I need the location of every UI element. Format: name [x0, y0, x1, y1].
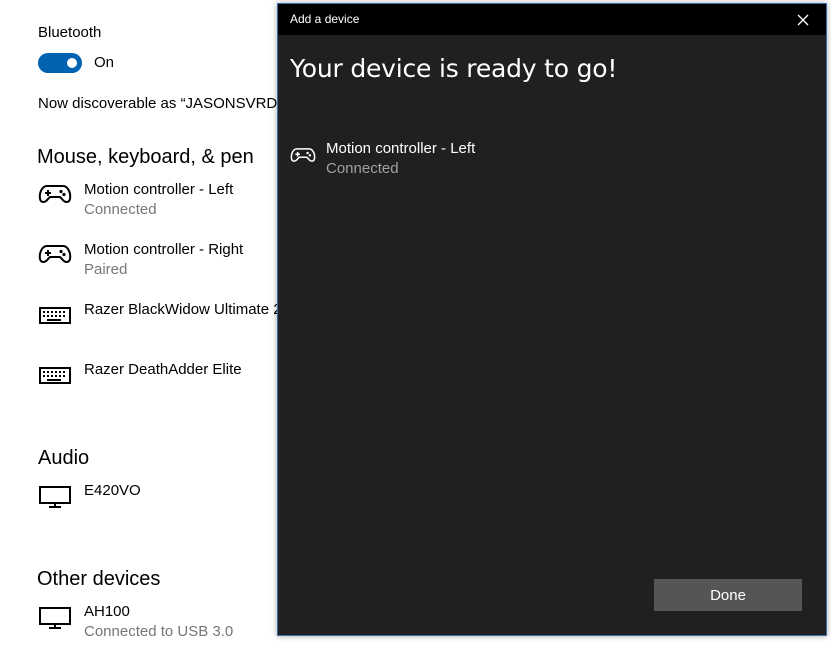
keyboard-icon: [39, 307, 71, 324]
toggle-knob: [67, 58, 77, 68]
bluetooth-label: Bluetooth: [38, 24, 102, 41]
device-name: E420VO: [84, 482, 141, 499]
device-name: Motion controller - Right: [84, 241, 244, 258]
device-status: Connected: [84, 201, 157, 218]
device-item-razer-deathadder[interactable]: Razer DeathAdder Elite: [38, 361, 278, 405]
close-button[interactable]: [780, 4, 826, 35]
close-icon: [797, 14, 809, 25]
keyboard-icon: [39, 367, 71, 384]
done-button[interactable]: Done: [654, 579, 802, 611]
gamepad-icon: [290, 148, 316, 162]
device-status: Connected to USB 3.0: [84, 623, 234, 640]
device-name: AH100: [84, 603, 130, 620]
gamepad-icon: [38, 245, 72, 263]
dialog-headline: Your device is ready to go!: [290, 54, 618, 83]
section-title-mouse-keyboard-pen: Mouse, keyboard, & pen: [37, 146, 254, 168]
connected-device-item: Motion controller - Left Connected: [290, 140, 690, 184]
bluetooth-toggle[interactable]: [38, 53, 82, 73]
dialog-title: Add a device: [290, 12, 360, 26]
device-status: Connected: [326, 160, 399, 177]
bluetooth-toggle-state: On: [94, 54, 115, 71]
monitor-icon: [39, 607, 71, 629]
device-item-motion-controller-left[interactable]: Motion controller - Left Connected: [38, 181, 278, 225]
device-item-razer-blackwidow[interactable]: Razer BlackWidow Ultimate 2: [38, 301, 278, 345]
device-item-ah100[interactable]: AH100 Connected to USB 3.0: [38, 603, 278, 647]
device-status: Paired: [84, 261, 128, 278]
add-device-dialog: Add a device Your device is ready to go!…: [277, 3, 827, 636]
device-name: Razer DeathAdder Elite: [84, 361, 242, 378]
device-name: Motion controller - Left: [326, 140, 476, 157]
section-title-audio: Audio: [38, 447, 90, 469]
gamepad-icon: [38, 185, 72, 203]
device-item-e420vo[interactable]: E420VO: [38, 482, 278, 526]
dialog-titlebar[interactable]: Add a device: [278, 4, 826, 35]
device-name: Motion controller - Left: [84, 181, 234, 198]
device-name: Razer BlackWidow Ultimate 2: [84, 301, 278, 318]
discoverable-text: Now discoverable as “JASONSVRDES: [38, 95, 278, 112]
device-item-motion-controller-right[interactable]: Motion controller - Right Paired: [38, 241, 278, 285]
screen: Bluetooth On Now discoverable as “JASONS…: [0, 0, 831, 655]
section-title-other-devices: Other devices: [37, 568, 161, 590]
monitor-icon: [39, 486, 71, 508]
